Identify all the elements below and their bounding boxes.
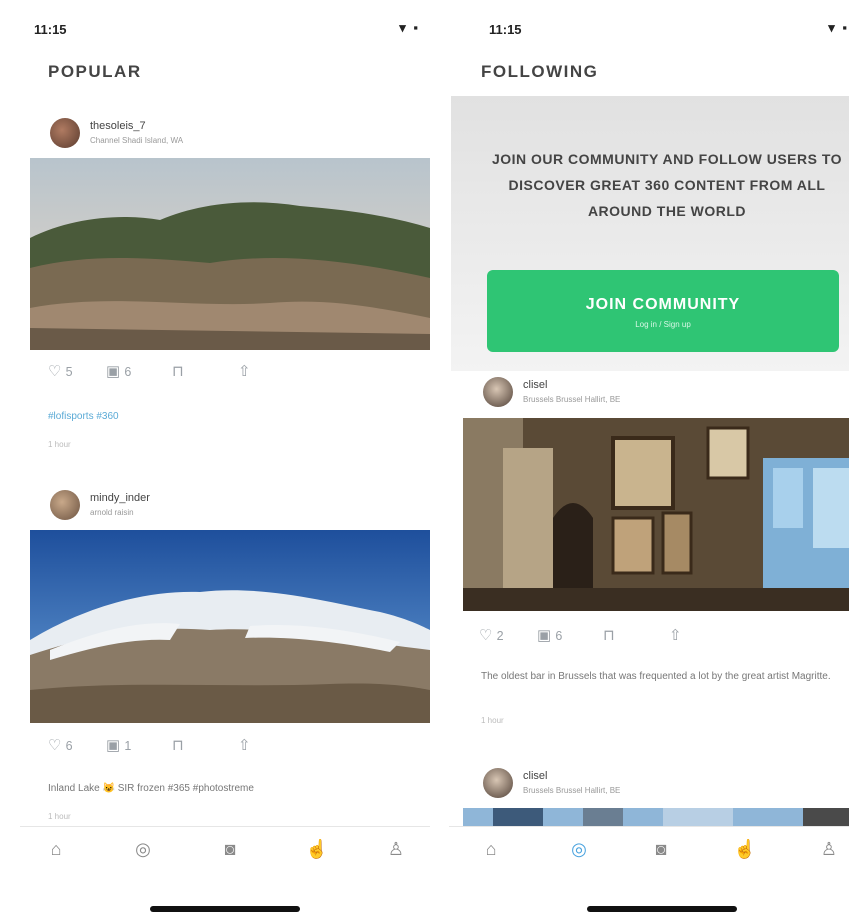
share-icon[interactable]: ⇧ (238, 362, 251, 380)
status-icons: ▾ ▪ (399, 20, 420, 35)
post-location: Brussels Brussel Hallirt, BE (523, 786, 621, 795)
status-bar: 11:15 ▾ ▪ (20, 18, 430, 40)
post-location: Channel Shadi Island, WA (90, 136, 184, 145)
camera-icon[interactable]: ◙ (210, 839, 250, 860)
page-title: FOLLOWING (481, 62, 599, 81)
join-button-sublabel: Log in / Sign up (635, 320, 691, 329)
post-photo[interactable] (30, 158, 430, 350)
post-time: 1 hour (481, 716, 504, 725)
comment-count: 1 (124, 739, 132, 753)
bookmark-icon[interactable]: ⊓ (172, 736, 184, 754)
thumbs-up-icon[interactable]: ☝ (725, 839, 765, 860)
share-icon[interactable]: ⇧ (238, 736, 251, 754)
like-button[interactable]: ♡ 5 (48, 362, 73, 380)
post-username[interactable]: clisel (523, 770, 547, 782)
bookmark-icon[interactable]: ⊓ (172, 362, 184, 380)
bookmark-icon[interactable]: ⊓ (603, 626, 615, 644)
post-caption[interactable]: Inland Lake 😺 SIR frozen #365 #photostre… (48, 782, 408, 796)
tab-bar: ⌂ ◎ ◙ ☝ ♙ (20, 826, 430, 877)
home-icon[interactable]: ⌂ (36, 839, 76, 860)
status-icons: ▾ ▪ (828, 20, 849, 35)
profile-icon[interactable]: ♙ (809, 839, 849, 860)
status-time: 11:15 (489, 22, 522, 37)
banner-text: JOIN OUR COMMUNITY AND FOLLOW USERS TO D… (491, 151, 843, 219)
avatar[interactable] (483, 377, 513, 407)
avatar[interactable] (50, 118, 80, 148)
comment-button[interactable]: ▣ 1 (106, 736, 131, 754)
join-community-button[interactable]: JOIN COMMUNITY Log in / Sign up (487, 270, 839, 352)
join-button-label: JOIN COMMUNITY (585, 296, 741, 313)
status-time: 11:15 (34, 22, 67, 37)
post-photo[interactable] (30, 530, 430, 723)
following-screen: 11:15 ▾ ▪ FOLLOWING JOIN OUR COMMUNITY A… (449, 0, 849, 913)
page-title: POPULAR (48, 62, 142, 81)
post-photo[interactable] (463, 418, 849, 611)
like-count: 5 (65, 365, 73, 379)
post-photo[interactable] (463, 808, 849, 828)
camera-icon[interactable]: ◙ (641, 839, 681, 860)
post-username[interactable]: clisel (523, 379, 547, 391)
profile-icon[interactable]: ♙ (376, 839, 416, 860)
avatar[interactable] (483, 768, 513, 798)
compass-icon[interactable]: ◎ (123, 839, 163, 860)
like-count: 6 (65, 739, 73, 753)
like-button[interactable]: ♡ 2 (479, 626, 504, 644)
post-header[interactable]: clisel Brussels Brussel Hallirt, BE (483, 768, 843, 812)
post-time: 1 hour (48, 440, 71, 449)
post-location: Brussels Brussel Hallirt, BE (523, 395, 621, 404)
post-header[interactable]: mindy_inder arnold raisin (50, 490, 410, 534)
share-icon[interactable]: ⇧ (669, 626, 682, 644)
tab-bar: ⌂ ◎ ◙ ☝ ♙ (449, 826, 849, 877)
post-actions: ♡ 5 ▣ 6 ⊓ ⇧ (48, 362, 308, 384)
home-icon[interactable]: ⌂ (471, 839, 511, 860)
popular-screen: 11:15 ▾ ▪ POPULAR thesoleis_7 Channel Sh… (20, 0, 430, 913)
post-header[interactable]: clisel Brussels Brussel Hallirt, BE (483, 377, 843, 421)
like-button[interactable]: ♡ 6 (48, 736, 73, 754)
compass-icon[interactable]: ◎ (559, 839, 599, 860)
post-actions: ♡ 2 ▣ 6 ⊓ ⇧ (479, 626, 739, 648)
status-bar: 11:15 ▾ ▪ (449, 18, 849, 40)
post-caption[interactable]: The oldest bar in Brussels that was freq… (481, 670, 841, 684)
post-username[interactable]: thesoleis_7 (90, 120, 146, 132)
post-username[interactable]: mindy_inder (90, 492, 150, 504)
comment-button[interactable]: ▣ 6 (106, 362, 131, 380)
post-header[interactable]: thesoleis_7 Channel Shadi Island, WA (50, 118, 410, 162)
post-actions: ♡ 6 ▣ 1 ⊓ ⇧ (48, 736, 308, 758)
comment-button[interactable]: ▣ 6 (537, 626, 562, 644)
home-indicator (587, 906, 737, 912)
comment-count: 6 (555, 629, 563, 643)
post-time: 1 hour (48, 812, 71, 821)
comment-count: 6 (124, 365, 132, 379)
post-caption[interactable]: #lofisports #360 (48, 410, 408, 424)
home-indicator (150, 906, 300, 912)
like-count: 2 (496, 629, 504, 643)
avatar[interactable] (50, 490, 80, 520)
post-location: arnold raisin (90, 508, 134, 517)
thumbs-up-icon[interactable]: ☝ (297, 839, 337, 860)
